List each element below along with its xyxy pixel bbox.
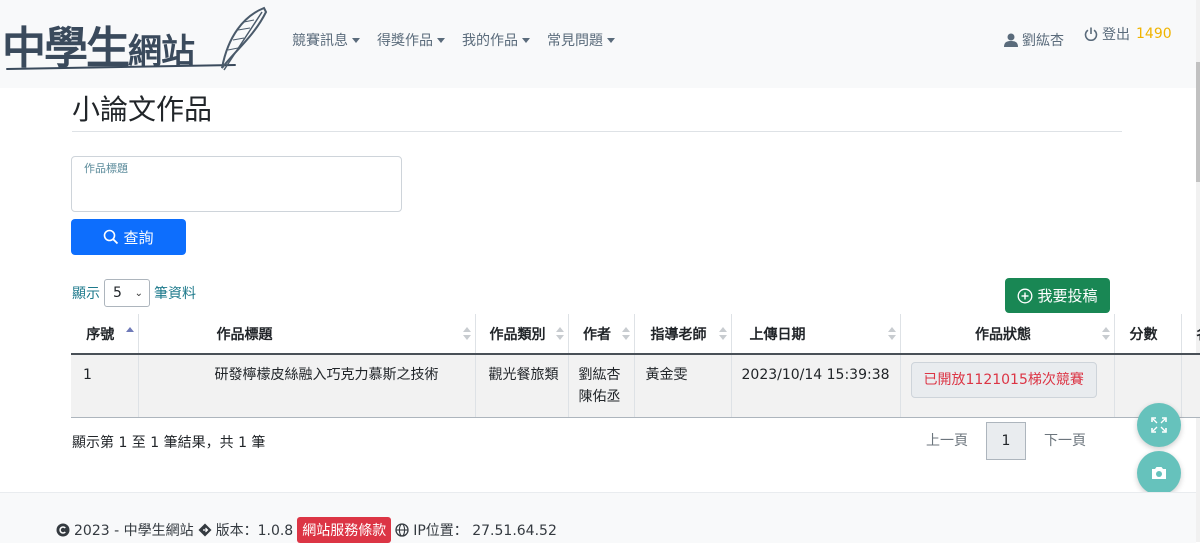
- cell-category: 觀光餐旅類: [474, 354, 568, 418]
- col-header-category[interactable]: 作品類別: [474, 314, 568, 355]
- menu-my-works[interactable]: 我的作品: [462, 30, 530, 50]
- feather-icon: [221, 6, 268, 71]
- search-button[interactable]: 查詢: [71, 219, 186, 255]
- caret-down-icon: [437, 37, 445, 43]
- footer-info: 2023 - 中學生網站 版本：1.0.8 網站服務條款 IP位置： 27.51…: [56, 517, 557, 543]
- page-length-value: 5: [113, 285, 122, 301]
- col-header-date[interactable]: 上傳日期: [730, 314, 900, 355]
- header-label: 作品狀態: [975, 326, 1031, 343]
- title-divider: [72, 131, 1122, 132]
- col-header-teacher[interactable]: 指導老師: [633, 314, 731, 355]
- sort-icon: [1101, 327, 1110, 341]
- next-page-button[interactable]: 下一頁: [1032, 422, 1098, 460]
- menu-label: 競賽訊息: [292, 33, 348, 49]
- terms-link[interactable]: 網站服務條款: [297, 517, 392, 543]
- author-name: 劉紘杏: [578, 367, 621, 383]
- diamond-icon: [198, 523, 212, 537]
- col-header-no[interactable]: 序號: [71, 314, 138, 355]
- length-prefix: 顯示: [72, 286, 100, 302]
- cell-title: 研發檸檬皮絲融入巧克力慕斯之技術: [137, 354, 475, 418]
- user-name: 劉紘杏: [1022, 33, 1064, 49]
- page-footer: 2023 - 中學生網站 版本：1.0.8 網站服務條款 IP位置： 27.51…: [0, 492, 1196, 543]
- prev-page-button[interactable]: 上一頁: [914, 422, 980, 460]
- menu-competition-info[interactable]: 競賽訊息: [292, 30, 360, 50]
- sort-icon: [887, 327, 896, 341]
- top-navbar: 中學生網站 競賽訊息 得獎作品 我的作品 常見問題 劉紘杏 登出 1490: [0, 0, 1196, 88]
- cell-status: 已開放1121015梯次競賽: [899, 354, 1114, 418]
- submit-work-label: 我要投稿: [1037, 287, 1098, 305]
- col-header-title[interactable]: 作品標題: [137, 314, 475, 355]
- menu-label: 得獎作品: [377, 33, 433, 49]
- screenshot-button[interactable]: [1137, 451, 1181, 495]
- header-label: 上傳日期: [749, 326, 806, 343]
- menu-label: 我的作品: [462, 33, 518, 49]
- header-label: 指導老師: [650, 326, 707, 343]
- cell-date: 2023/10/14 15:39:38: [730, 354, 900, 418]
- search-icon: [104, 229, 119, 245]
- submit-work-button[interactable]: 我要投稿: [1005, 278, 1110, 313]
- user-icon: [1004, 33, 1018, 47]
- points-count: 1490: [1136, 26, 1172, 42]
- copyright-icon: [56, 523, 70, 537]
- title-search-input[interactable]: 作品標題: [71, 156, 402, 212]
- footer-ip: IP位置： 27.51.64.52: [413, 523, 557, 539]
- search-button-label: 查詢: [123, 228, 154, 247]
- globe-icon: [395, 523, 409, 537]
- table-info: 顯示第 1 至 1 筆結果，共 1 筆: [72, 435, 266, 451]
- page-1-button[interactable]: 1: [986, 422, 1026, 460]
- header-label: 分數: [1129, 326, 1158, 343]
- header-label: 序號: [86, 326, 115, 343]
- table-row[interactable]: 1 研發檸檬皮絲融入巧克力慕斯之技術 觀光餐旅類 劉紘杏 陳佑丞 黃金雯 202…: [71, 354, 1200, 418]
- page-title: 小論文作品: [72, 93, 213, 126]
- sort-icon: [718, 327, 727, 341]
- cell-no: 1: [71, 354, 138, 418]
- cell-authors: 劉紘杏 陳佑丞: [567, 354, 634, 418]
- site-logo[interactable]: 中學生網站: [2, 6, 272, 76]
- page-length-control: 顯示 5 ⌄ 筆資料: [72, 279, 196, 307]
- page-length-select[interactable]: 5 ⌄: [104, 279, 150, 307]
- header-label: 名次: [1196, 327, 1200, 343]
- fullscreen-button[interactable]: [1137, 403, 1181, 447]
- pagination: 上一頁 1 下一頁: [914, 422, 1098, 460]
- col-header-author[interactable]: 作者: [567, 314, 634, 355]
- col-header-score: 分數: [1113, 314, 1181, 355]
- header-label: 作品標題: [216, 326, 273, 343]
- page-scrollbar[interactable]: [1196, 0, 1200, 542]
- works-table: 序號 作品標題 作品類別 作者 指導老師 上傳日期 作品狀態 分數 名次 1 研…: [71, 314, 1200, 418]
- menu-award-works[interactable]: 得獎作品: [377, 30, 445, 50]
- camera-icon: [1152, 467, 1166, 479]
- expand-icon: [1151, 417, 1167, 433]
- caret-down-icon: [352, 37, 360, 43]
- header-label: 作者: [583, 326, 611, 343]
- status-badge[interactable]: 已開放1121015梯次競賽: [910, 362, 1097, 398]
- header-label: 作品類別: [489, 326, 546, 343]
- cell-rank: [1180, 354, 1200, 418]
- footer-copyright: 2023 - 中學生網站: [74, 523, 194, 539]
- sort-icon: [621, 327, 630, 341]
- menu-faq[interactable]: 常見問題: [547, 30, 615, 50]
- menu-label: 常見問題: [547, 33, 603, 49]
- sort-asc-icon: [125, 327, 134, 341]
- main-menu: 競賽訊息 得獎作品 我的作品 常見問題: [292, 30, 632, 50]
- caret-down-icon: [607, 37, 615, 43]
- col-header-status[interactable]: 作品狀態: [899, 314, 1114, 355]
- user-menu[interactable]: 劉紘杏: [1004, 30, 1064, 50]
- table-header-row: 序號 作品標題 作品類別 作者 指導老師 上傳日期 作品狀態 分數 名次: [71, 314, 1200, 355]
- plus-circle-icon: [1018, 288, 1033, 303]
- logout-label: 登出: [1102, 27, 1130, 43]
- logout-link[interactable]: 登出 1490: [1084, 24, 1172, 44]
- sort-icon: [462, 327, 471, 341]
- length-suffix: 筆資料: [154, 286, 196, 302]
- footer-version: 版本：1.0.8: [215, 523, 294, 539]
- caret-down-icon: [522, 37, 530, 43]
- title-search-label: 作品標題: [84, 162, 128, 175]
- works-table-container: 序號 作品標題 作品類別 作者 指導老師 上傳日期 作品狀態 分數 名次 1 研…: [71, 314, 1200, 418]
- scrollbar-thumb[interactable]: [1196, 62, 1200, 182]
- author-name: 陳佑丞: [578, 389, 621, 405]
- power-icon: [1084, 27, 1098, 41]
- sort-icon: [555, 327, 564, 341]
- cell-teacher: 黃金雯: [633, 354, 731, 418]
- chevron-down-icon: ⌄: [134, 287, 143, 299]
- col-header-rank: 名次: [1180, 314, 1200, 355]
